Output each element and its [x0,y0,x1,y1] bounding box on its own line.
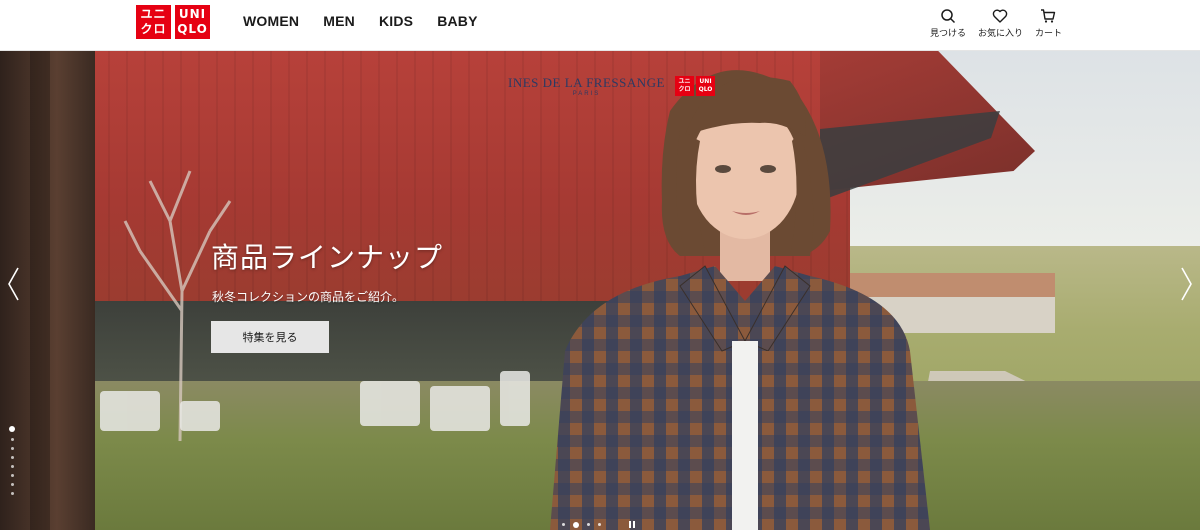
hero-headline: 商品ラインナップ [211,241,444,274]
cart-label: カート [1034,29,1062,39]
hero-patio-chairs [100,371,530,431]
cart-icon [1041,9,1056,23]
vertical-pager-dot[interactable] [10,456,14,459]
search-button[interactable]: 見つける [930,8,966,39]
favorites-button[interactable]: お気に入り [978,8,1023,39]
logo-latin-block: UNI QLO [175,5,210,39]
bottom-pager-dot[interactable] [573,521,579,528]
mini-logo-katakana-bottom: クロ [678,86,691,93]
vertical-pager-dot[interactable] [10,447,14,450]
vertical-pager [9,426,15,495]
carousel-prev-button[interactable] [4,264,24,304]
view-feature-button[interactable]: 特集を見る [211,321,329,353]
collab-logo: INES DE LA FRESSANGE PARIS ユニ クロ UNI QLO [508,75,715,97]
bottom-pager-dot[interactable] [562,523,565,526]
cart-button[interactable]: カート [1035,8,1062,39]
mini-logo-latin-bottom: QLO [698,86,713,93]
logo-katakana-bottom: クロ [140,22,167,36]
site-header: ユニ クロ UNI QLO WOMEN MEN KIDS BABY 見つける お… [0,0,1200,51]
collab-brand-name: INES DE LA FRESSANGE [508,75,665,90]
chevron-left-icon [8,267,19,301]
bottom-pager-dot[interactable] [587,523,590,526]
uniqlo-mini-logo: ユニ クロ UNI QLO [675,76,715,96]
vertical-pager-dot[interactable] [9,426,15,432]
favorites-label: お気に入り [977,29,1023,39]
bottom-pager [562,521,635,528]
hero-subline: 秋冬コレクションの商品をご紹介。 [212,290,405,304]
mini-logo-katakana-top: ユニ [678,78,691,85]
hero-model-image [550,70,930,530]
hero-banner[interactable]: INES DE LA FRESSANGE PARIS ユニ クロ UNI QLO… [0,51,1200,530]
bottom-pager-dot[interactable] [598,523,601,526]
nav-men[interactable]: MEN [323,13,355,29]
vertical-pager-dot[interactable] [10,438,14,441]
hero-post-shadow [30,51,50,530]
main-nav: WOMEN MEN KIDS BABY [243,13,478,29]
carousel-next-button[interactable] [1176,264,1196,304]
logo-latin-bottom: QLO [177,22,208,36]
ines-de-la-fressange-logo: INES DE LA FRESSANGE PARIS [508,75,665,97]
pause-bar-left [629,521,631,528]
pause-button[interactable] [629,521,635,528]
heart-icon [993,9,1008,23]
mini-logo-latin: UNI QLO [696,76,715,96]
collab-brand-city: PARIS [572,91,601,97]
vertical-pager-dot[interactable] [10,492,14,495]
nav-women[interactable]: WOMEN [243,13,299,29]
nav-baby[interactable]: BABY [437,13,477,29]
nav-kids[interactable]: KIDS [379,13,413,29]
uniqlo-logo[interactable]: ユニ クロ UNI QLO [136,5,210,39]
pause-bar-right [633,521,635,528]
chevron-right-icon [1181,267,1192,301]
search-icon [941,9,955,24]
logo-katakana-block: ユニ クロ [136,5,171,39]
logo-latin-top: UNI [178,7,207,21]
mini-logo-katakana: ユニ クロ [675,76,694,96]
bottom-pager-dots [562,521,601,528]
logo-katakana-top: ユニ [140,7,167,21]
header-utilities: 見つける お気に入り カート [930,8,1062,39]
vertical-pager-dot[interactable] [10,474,14,477]
vertical-pager-dot[interactable] [10,465,14,468]
mini-logo-latin-top: UNI [699,78,712,85]
vertical-pager-dot[interactable] [10,483,14,486]
search-label: 見つける [929,29,966,39]
